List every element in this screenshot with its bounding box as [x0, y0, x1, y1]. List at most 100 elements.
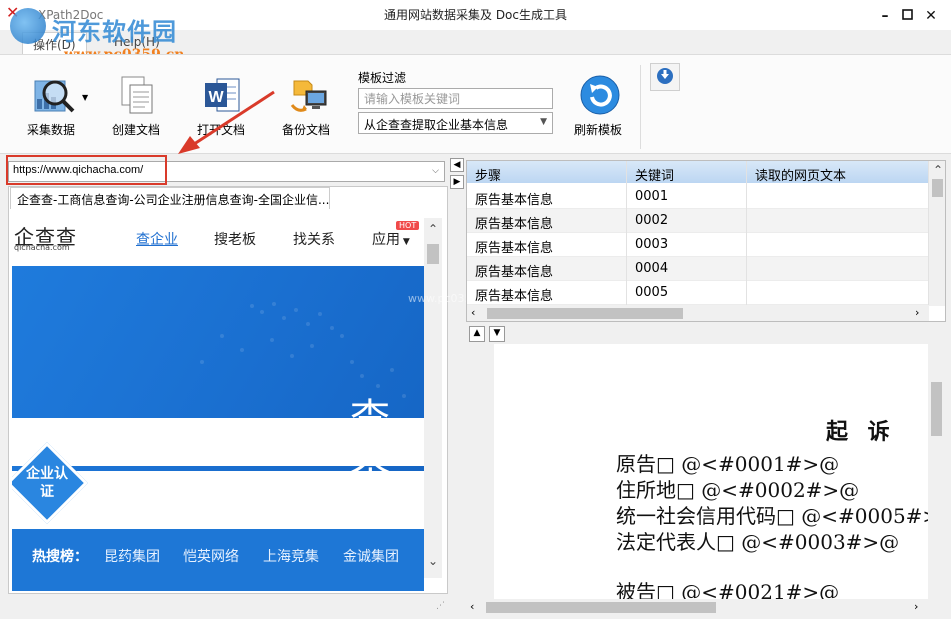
scroll-up-icon[interactable]: ⌃	[931, 163, 945, 177]
status-bar: ⋰	[0, 599, 460, 619]
nav-find-relation[interactable]: 找关系	[293, 229, 335, 249]
watermark-logo	[10, 8, 46, 44]
doc-line: 住所地□ @<#0002#>@	[616, 478, 860, 502]
watermark-site-name: 河东软件园	[52, 17, 177, 46]
cell-text	[747, 257, 929, 281]
cell-text	[747, 185, 929, 209]
caret-down-icon: ▼	[400, 237, 410, 247]
scroll-thumb[interactable]	[932, 179, 943, 197]
download-arrow-icon	[657, 68, 673, 84]
scroll-thumb[interactable]	[486, 602, 716, 613]
magnifier-chart-icon	[33, 75, 75, 115]
app-window: ✕ XPath2Doc 通用网站数据采集及 Doc生成工具 – ✕ 操作(D) …	[0, 0, 951, 619]
refresh-template-label: 刷新模板	[573, 123, 622, 137]
expand-right-icon[interactable]: ▶	[450, 175, 464, 189]
cell-step: 原告基本信息	[467, 281, 627, 305]
cell-step: 原告基本信息	[467, 233, 627, 257]
scroll-down-icon[interactable]: ⌄	[426, 554, 440, 568]
certify-badge-text[interactable]: 企业认证	[24, 465, 70, 501]
close-icon[interactable]: ✕	[921, 6, 941, 26]
scroll-thumb[interactable]	[931, 382, 942, 436]
minimize-icon[interactable]: –	[875, 6, 895, 26]
nav-search-boss[interactable]: 搜老板	[214, 229, 256, 249]
table-row[interactable]: 原告基本信息 0004	[467, 257, 929, 281]
doc-preview: 起 诉 原告□ @<#0001#>@ 住所地□ @<#0002#>@ 统一社会信…	[466, 344, 946, 604]
table-row[interactable]: 原告基本信息 0002	[467, 209, 929, 233]
doc-page: 起 诉 原告□ @<#0001#>@ 住所地□ @<#0002#>@ 统一社会信…	[494, 344, 939, 604]
scroll-left-icon[interactable]: ‹	[470, 600, 474, 613]
scroll-up-icon[interactable]: ⌃	[426, 222, 440, 236]
annotation-arrow-icon	[178, 90, 275, 154]
banner-search-box[interactable]	[12, 418, 424, 466]
grid-vertical-scrollbar[interactable]: ⌃	[929, 161, 945, 306]
web-page: 企查查 qichacha.com 查企业 搜老板 找关系 应用 ▼ HOT 查企…	[12, 211, 424, 591]
hot-search-item[interactable]: 金诚集团	[343, 546, 399, 566]
doc-vertical-scrollbar[interactable]	[928, 344, 945, 599]
scroll-thumb[interactable]	[427, 244, 439, 264]
template-filter-label: 模板过滤	[358, 71, 407, 85]
backup-doc-button[interactable]: 备份文档	[271, 73, 341, 155]
nav-search-company[interactable]: 查企业	[136, 229, 178, 249]
cell-keyword: 0001	[627, 185, 747, 209]
ribbon-toolbar: ▼ 采集数据 创建文档 W 打开文档 备份文档 模板过滤 请输入模板关键词 从企…	[0, 54, 951, 154]
cell-keyword: 0005	[627, 281, 747, 305]
doc-horizontal-scrollbar[interactable]: ‹ ›	[466, 599, 946, 616]
doc-heading: 起 诉	[826, 419, 896, 445]
cell-text	[747, 209, 929, 233]
column-header-text[interactable]: 读取的网页文本	[747, 161, 929, 185]
grid-header: 步骤 关键词 读取的网页文本	[467, 161, 945, 185]
template-select[interactable]: 从企查查提取企业基本信息 ▼	[358, 112, 553, 134]
ribbon-separator	[640, 65, 641, 149]
url-highlight-box	[6, 155, 167, 185]
maximize-icon[interactable]	[897, 6, 917, 26]
scroll-right-icon[interactable]: ›	[915, 306, 919, 319]
collapse-left-icon[interactable]: ◀	[450, 158, 464, 172]
refresh-icon	[580, 75, 620, 115]
template-filter-input[interactable]	[358, 88, 553, 109]
backup-doc-label: 备份文档	[281, 123, 330, 137]
browser-scrollbar[interactable]: ⌃ ⌄	[424, 218, 442, 578]
cell-keyword: 0002	[627, 209, 747, 233]
dropdown-arrow-icon[interactable]: ▼	[82, 93, 88, 102]
cell-step: 原告基本信息	[467, 185, 627, 209]
column-header-keyword[interactable]: 关键词	[627, 161, 747, 185]
table-row[interactable]: 原告基本信息 0001	[467, 185, 929, 209]
cell-keyword: 0003	[627, 233, 747, 257]
create-doc-label: 创建文档	[111, 123, 160, 137]
hot-search-item[interactable]: 上海竞集	[263, 546, 319, 566]
hot-search-item[interactable]: 昆药集团	[104, 546, 160, 566]
nav-apps[interactable]: 应用 ▼	[372, 229, 410, 249]
chevron-down-icon: ⌵	[432, 165, 439, 175]
step-grid: 步骤 关键词 读取的网页文本 原告基本信息 0001 原告基本信息 0002 原…	[466, 160, 946, 322]
browser-tab[interactable]: 企查查-工商信息查询-公司企业注册信息查询-全国企业信...	[10, 187, 330, 209]
collect-data-label: 采集数据	[26, 123, 75, 137]
collapse-up-icon[interactable]: ▲	[469, 326, 485, 342]
refresh-template-button[interactable]: 刷新模板	[563, 73, 633, 155]
nav-apps-label: 应用	[372, 232, 400, 248]
hot-search-item[interactable]: 恺英网络	[183, 546, 239, 566]
doc-line: 法定代表人□ @<#0003#>@	[616, 530, 900, 554]
chevron-down-icon: ▼	[540, 117, 547, 127]
document-copy-icon	[118, 75, 156, 115]
create-doc-button[interactable]: 创建文档	[101, 73, 171, 155]
cell-keyword: 0004	[627, 257, 747, 281]
scroll-thumb[interactable]	[487, 308, 683, 319]
scroll-left-icon[interactable]: ‹	[471, 306, 475, 319]
table-row[interactable]: 原告基本信息 0003	[467, 233, 929, 257]
doc-line: 统一社会信用代码□ @<#0005#>	[616, 504, 940, 528]
scroll-right-icon[interactable]: ›	[914, 600, 918, 613]
column-header-step[interactable]: 步骤	[467, 161, 627, 185]
template-select-value: 从企查查提取企业基本信息	[364, 118, 509, 132]
cell-step: 原告基本信息	[467, 209, 627, 233]
site-logo-domain: qichacha.com	[14, 243, 70, 252]
cell-text	[747, 281, 929, 305]
download-button[interactable]	[650, 63, 680, 91]
cell-step: 原告基本信息	[467, 257, 627, 281]
grid-horizontal-scrollbar[interactable]: ‹ ›	[467, 305, 929, 321]
doc-line: 原告□ @<#0001#>@	[616, 452, 840, 476]
collect-data-button[interactable]: ▼ 采集数据	[16, 73, 88, 155]
table-row[interactable]: 原告基本信息 0005	[467, 281, 929, 305]
expand-down-icon[interactable]: ▼	[489, 326, 505, 342]
resize-grip-icon[interactable]: ⋰	[436, 601, 445, 611]
backup-computer-icon	[288, 75, 327, 115]
